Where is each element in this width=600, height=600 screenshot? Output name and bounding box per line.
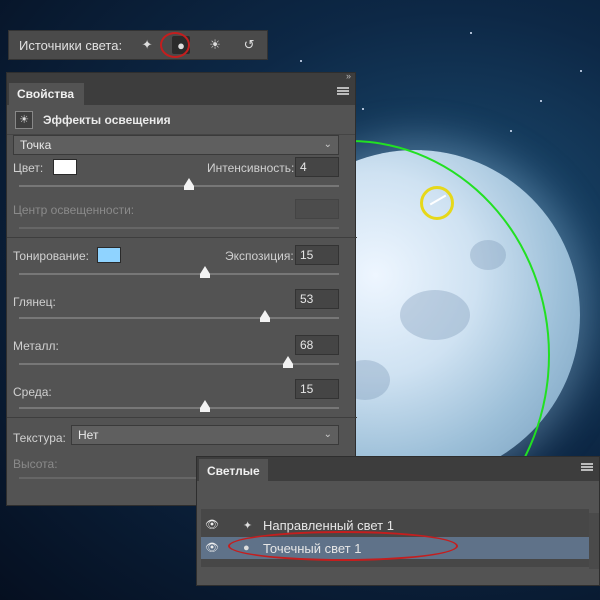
visibility-eye-icon[interactable]: 👁	[205, 541, 219, 555]
color-swatch[interactable]	[53, 159, 77, 175]
exposure-label: Экспозиция:	[225, 249, 294, 263]
light-type-value: Точка	[20, 138, 52, 152]
metallic-slider[interactable]	[19, 356, 339, 368]
tab-lights[interactable]: Светлые	[199, 459, 268, 483]
gloss-slider-thumb[interactable]	[260, 310, 271, 322]
gloss-field[interactable]: 53	[295, 289, 339, 309]
reset-light-icon[interactable]: ↺	[240, 36, 258, 54]
texture-label: Текстура:	[13, 431, 66, 445]
annotation-circle	[160, 32, 190, 58]
panel-menu-icon[interactable]	[581, 463, 593, 471]
height-label: Высота:	[13, 457, 58, 471]
directional-light-icon[interactable]: ✦	[138, 36, 156, 54]
gloss-label: Глянец:	[13, 295, 56, 309]
section-title: Эффекты освещения	[43, 112, 171, 127]
hotspot-label: Центр освещенности:	[13, 203, 135, 217]
texture-dropdown[interactable]: Нет ⌄	[71, 425, 339, 445]
ambience-label: Среда:	[13, 385, 52, 399]
panel-menu-icon[interactable]	[337, 87, 349, 95]
lighting-effects-icon: ☀	[15, 110, 33, 129]
texture-value: Нет	[78, 428, 99, 442]
color-label: Цвет:	[13, 161, 44, 175]
infinite-light-icon[interactable]: ☀	[206, 36, 224, 54]
properties-panel: » Свойства ☀ Эффекты освещения Точка ⌄ Ц…	[6, 71, 357, 506]
light-type-dropdown[interactable]: Точка ⌄	[13, 135, 339, 155]
ambience-field[interactable]: 15	[295, 379, 339, 399]
tint-label: Тонирование:	[13, 249, 89, 263]
chevron-down-icon: ⌄	[323, 139, 332, 150]
light-position-handle[interactable]	[420, 186, 454, 220]
metallic-slider-thumb[interactable]	[282, 356, 293, 368]
tint-swatch[interactable]	[97, 247, 121, 263]
ambience-slider-thumb[interactable]	[199, 400, 210, 412]
intensity-field[interactable]: 4	[295, 157, 339, 177]
metallic-field[interactable]: 68	[295, 335, 339, 355]
hotspot-slider	[19, 227, 339, 229]
light-sources-toolbar: Источники света: ✦ ● ☀ ↺	[8, 30, 268, 60]
intensity-label: Интенсивность:	[207, 161, 295, 175]
exposure-field[interactable]: 15	[295, 245, 339, 265]
visibility-eye-icon[interactable]: 👁	[205, 518, 219, 532]
exposure-slider-thumb[interactable]	[199, 266, 210, 278]
exposure-slider[interactable]	[19, 266, 339, 278]
gloss-slider[interactable]	[19, 310, 339, 322]
metallic-label: Металл:	[13, 339, 59, 353]
scrollbar[interactable]	[589, 513, 599, 569]
annotation-oval	[228, 531, 458, 561]
collapse-icon[interactable]: »	[346, 71, 351, 81]
lights-panel: Светлые 👁 ✦ Направленный свет 1 👁 ● Точе…	[196, 456, 600, 586]
directional-light-icon: ✦	[243, 519, 253, 532]
intensity-slider[interactable]	[19, 178, 339, 190]
chevron-down-icon: ⌄	[323, 429, 332, 440]
tab-properties[interactable]: Свойства	[9, 83, 85, 105]
intensity-slider-thumb[interactable]	[183, 178, 194, 190]
hotspot-field	[295, 199, 339, 219]
ambience-slider[interactable]	[19, 400, 339, 412]
light-sources-label: Источники света:	[19, 37, 123, 53]
